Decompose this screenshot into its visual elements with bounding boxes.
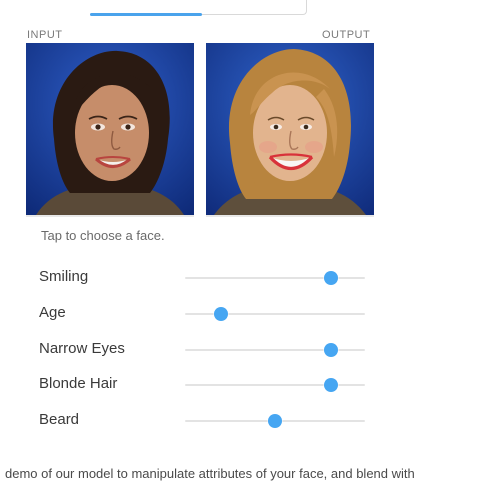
slider-thumb-smiling[interactable] <box>323 271 338 285</box>
slider-thumb-beard[interactable] <box>268 414 282 428</box>
output-face-image <box>206 43 374 215</box>
choose-face-hint: Tap to choose a face. <box>41 228 165 243</box>
slider-thumb-narrow-eyes[interactable] <box>323 343 338 357</box>
slider-track-age[interactable] <box>185 307 365 321</box>
input-caption: INPUT <box>27 29 63 41</box>
slider-thumb-blonde-hair[interactable] <box>323 378 338 392</box>
slider-narrow-eyes: Narrow Eyes <box>39 337 369 361</box>
top-tab-bar[interactable] <box>90 0 307 16</box>
slider-label-narrow-eyes: Narrow Eyes <box>39 340 125 357</box>
slider-thumb-age[interactable] <box>214 307 228 321</box>
input-face-photo <box>26 43 194 215</box>
slider-smiling: Smiling <box>39 265 369 289</box>
slider-track-narrow-eyes[interactable] <box>185 343 365 357</box>
output-caption: OUTPUT <box>322 29 371 41</box>
slider-track-blonde-hair[interactable] <box>185 378 365 392</box>
slider-beard: Beard <box>39 408 369 432</box>
slider-age: Age <box>39 301 369 325</box>
slider-label-smiling: Smiling <box>39 268 89 285</box>
description-text: demo of our model to manipulate attribut… <box>5 466 415 481</box>
input-face-image[interactable] <box>26 43 194 215</box>
active-tab-indicator <box>90 13 202 16</box>
slider-label-blonde-hair: Blonde Hair <box>39 375 118 392</box>
slider-blonde-hair: Blonde Hair <box>39 372 369 396</box>
output-face-photo <box>206 43 374 215</box>
slider-label-beard: Beard <box>39 411 80 428</box>
slider-label-age: Age <box>39 304 66 321</box>
slider-track-smiling[interactable] <box>185 271 365 285</box>
slider-track-beard[interactable] <box>185 414 365 428</box>
